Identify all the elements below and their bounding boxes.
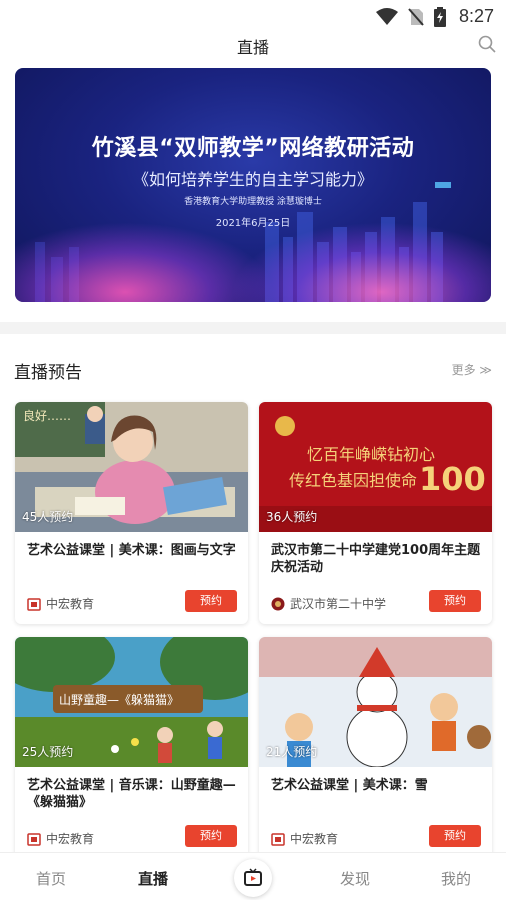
card-title: 艺术公益课堂 | 美术课：图画与文字	[27, 543, 236, 558]
tab-center-button[interactable]	[234, 859, 272, 897]
tab-home[interactable]: 首页	[36, 868, 66, 889]
reservation-count: 45人预约	[22, 510, 74, 524]
reserve-button[interactable]: 预约	[185, 590, 237, 612]
tab-discover[interactable]: 发现	[340, 868, 370, 889]
section-divider	[0, 322, 506, 334]
live-banner[interactable]: 竹溪县“双师教学”网络教研活动 《如何培养学生的自主学习能力》 香港教育大学助理…	[15, 68, 491, 302]
tab-live[interactable]: 直播	[138, 868, 168, 889]
reserve-button[interactable]: 预约	[429, 825, 481, 847]
reservation-count: 36人预约	[266, 510, 318, 524]
reserve-button[interactable]: 预约	[429, 590, 481, 612]
org-name: 中宏教育	[46, 832, 95, 846]
bottom-tab-bar: 首页 直播 发现 我的	[0, 852, 506, 900]
tab-mine[interactable]: 我的	[441, 868, 471, 889]
no-sim-icon	[408, 8, 424, 26]
card-title: 艺术公益课堂 | 美术课：雪	[271, 778, 428, 793]
reserve-button[interactable]: 预约	[185, 825, 237, 847]
banner-date: 2021年6月25日	[215, 218, 291, 229]
card-title: 艺术公益课堂 | 音乐课：山野童趣—《躲猫猫》	[27, 778, 236, 810]
chalkboard-text: 良好……	[23, 408, 71, 423]
org-name: 中宏教育	[290, 832, 339, 846]
page-title: 直播	[236, 38, 269, 57]
card-org: 中宏教育	[271, 830, 338, 847]
wifi-icon	[376, 8, 398, 25]
section-header: 直播预告 更多 ≫	[0, 352, 506, 384]
search-icon[interactable]	[478, 35, 496, 53]
more-link[interactable]: 更多 ≫	[452, 361, 492, 378]
poster-line1: 忆百年峥嵘钻初心	[307, 445, 435, 464]
card-org: 中宏教育	[27, 595, 94, 612]
live-card[interactable]: 忆百年峥嵘钻初心 传红色基因担使命 100 36人预约 武汉市第二十中学建党10…	[259, 402, 492, 624]
nav-bar: 直播	[0, 28, 506, 60]
live-card[interactable]: 21人预约 艺术公益课堂 | 美术课：雪 中宏教育 预约	[259, 637, 492, 859]
org-logo-icon	[27, 832, 41, 846]
wooden-sign-text: 山野童趣—《躲猫猫》	[59, 692, 179, 707]
status-time: 8:27	[458, 6, 494, 26]
banner-subtitle: 《如何培养学生的自主学习能力》	[132, 170, 373, 189]
banner-title: 竹溪县“双师教学”网络教研活动	[91, 136, 415, 161]
banner-speaker: 香港教育大学助理教授 涂慧璇博士	[184, 197, 322, 207]
card-org: 中宏教育	[27, 830, 94, 847]
live-card[interactable]: 良好…… 45人预约 艺术公益课堂 | 美术课：图画与文字 中宏教育 预约	[15, 402, 248, 624]
live-card[interactable]: 山野童趣—《躲猫猫》 25人预约 艺术公益课堂 | 音乐课：山野童趣—《躲猫猫》…	[15, 637, 248, 859]
section-title: 直播预告	[14, 363, 82, 383]
reservation-count: 25人预约	[22, 745, 74, 759]
org-name: 武汉市第二十中学	[290, 597, 387, 611]
poster-line2: 传红色基因担使命	[289, 471, 417, 490]
battery-icon	[434, 7, 446, 27]
reservation-count: 21人预约	[266, 745, 318, 759]
card-title: 武汉市第二十中学建党100周年主题庆祝活动	[271, 543, 481, 575]
org-name: 中宏教育	[46, 597, 95, 611]
status-icons	[376, 7, 446, 27]
org-logo-icon	[27, 597, 41, 611]
live-tv-icon	[244, 868, 262, 886]
card-org: 武汉市第二十中学	[271, 595, 386, 612]
school-logo-icon	[271, 597, 285, 610]
org-logo-icon	[271, 832, 285, 846]
poster-number: 100	[419, 460, 486, 498]
